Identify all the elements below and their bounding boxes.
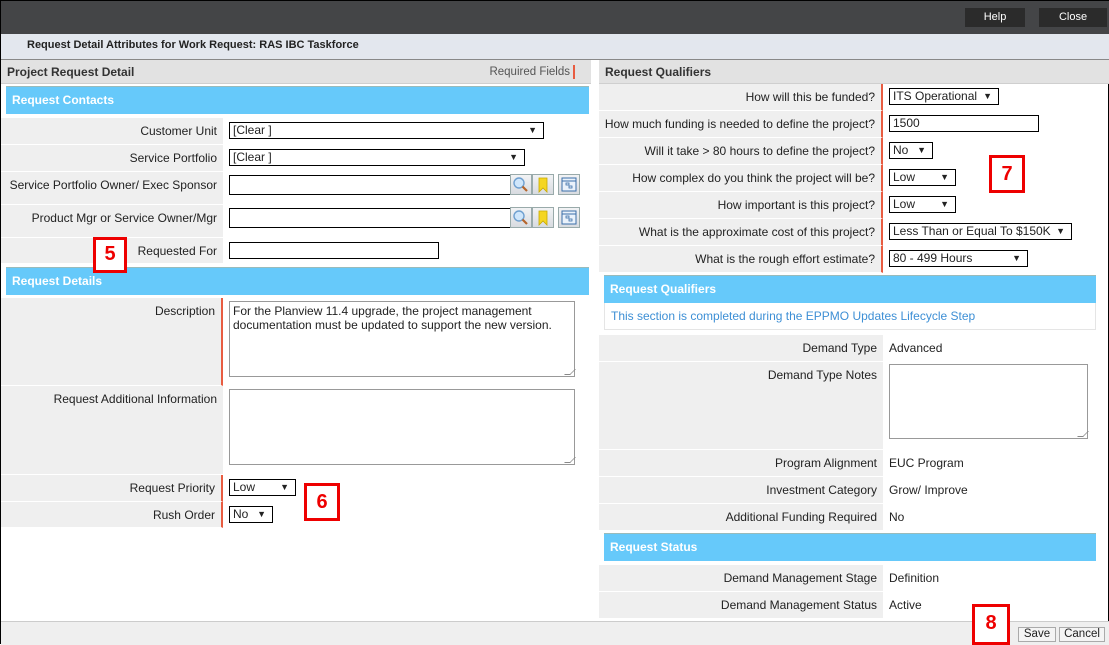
resize-grip-icon[interactable] bbox=[564, 457, 576, 463]
demand-type-value: Advanced bbox=[889, 341, 943, 355]
chevron-down-icon: ▼ bbox=[1056, 226, 1065, 236]
bookmark-icon[interactable] bbox=[532, 207, 554, 228]
question-label: What is the rough effort estimate? bbox=[599, 246, 883, 273]
question-label: How complex do you think the project wil… bbox=[599, 165, 883, 192]
priority-select[interactable]: Low ▼ bbox=[229, 479, 296, 496]
qualifiers-info-text: This section is completed during the EPP… bbox=[604, 303, 1096, 330]
investment-category-label: Investment Category bbox=[599, 477, 883, 504]
effort-estimate-select[interactable]: 80 - 499 Hours ▼ bbox=[889, 250, 1028, 267]
customer-unit-label: Customer Unit bbox=[1, 118, 223, 145]
question-label: How important is this project? bbox=[599, 192, 883, 219]
dialog-title: Request Detail Attributes for Work Reque… bbox=[27, 39, 359, 51]
demand-type-notes-label: Demand Type Notes bbox=[599, 362, 883, 450]
dm-status-label: Demand Management Status bbox=[599, 592, 883, 619]
search-icon[interactable] bbox=[510, 174, 532, 195]
annotation-badge-6: 6 bbox=[304, 483, 340, 521]
investment-category-value: Grow/ Improve bbox=[889, 483, 968, 497]
chevron-down-icon: ▼ bbox=[257, 509, 266, 519]
request-qualifiers-header: Request Qualifiers bbox=[599, 60, 1109, 84]
question-label: How will this be funded? bbox=[599, 84, 883, 111]
service-portfolio-select[interactable]: [Clear ] ▼ bbox=[229, 149, 525, 166]
panel-title: Project Request Detail bbox=[7, 65, 135, 79]
top-bar: Help Close bbox=[1, 1, 1109, 34]
search-icon[interactable] bbox=[510, 207, 532, 228]
portfolio-owner-label: Service Portfolio Owner/ Exec Sponsor bbox=[1, 172, 223, 205]
help-button[interactable]: Help bbox=[965, 8, 1025, 27]
section-request-status: Request Status bbox=[604, 533, 1096, 561]
annotation-badge-5: 5 bbox=[93, 237, 127, 273]
service-portfolio-label: Service Portfolio bbox=[1, 145, 223, 172]
dm-status-value: Active bbox=[889, 598, 922, 612]
dialog-title-bar: Request Detail Attributes for Work Reque… bbox=[1, 34, 1109, 60]
funding-amount-input[interactable]: 1500 bbox=[889, 115, 1039, 132]
resize-grip-icon[interactable] bbox=[564, 369, 576, 375]
bookmark-icon[interactable] bbox=[532, 174, 554, 195]
question-label: Will it take > 80 hours to define the pr… bbox=[599, 138, 883, 165]
program-alignment-label: Program Alignment bbox=[599, 450, 883, 477]
demand-type-label: Demand Type bbox=[599, 335, 883, 362]
description-textarea[interactable]: For the Planview 11.4 upgrade, the proje… bbox=[229, 301, 576, 377]
rush-order-select[interactable]: No ▼ bbox=[229, 506, 273, 523]
save-button[interactable]: Save bbox=[1018, 627, 1056, 642]
description-label: Description bbox=[1, 298, 223, 386]
chevron-down-icon: ▼ bbox=[280, 482, 289, 492]
complexity-select[interactable]: Low ▼ bbox=[889, 169, 956, 186]
hierarchy-browse-icon[interactable] bbox=[558, 207, 580, 228]
requested-for-input[interactable] bbox=[229, 242, 439, 259]
close-button[interactable]: Close bbox=[1039, 8, 1107, 27]
program-alignment-value: EUC Program bbox=[889, 456, 964, 470]
dm-stage-value: Definition bbox=[889, 571, 940, 585]
chevron-down-icon: ▼ bbox=[917, 145, 926, 155]
importance-select[interactable]: Low ▼ bbox=[889, 196, 956, 213]
rush-order-label: Rush Order bbox=[1, 502, 223, 528]
approx-cost-select[interactable]: Less Than or Equal To $150K ▼ bbox=[889, 223, 1072, 240]
demand-type-notes-textarea[interactable] bbox=[889, 364, 1089, 439]
chevron-down-icon: ▼ bbox=[509, 152, 518, 162]
resize-grip-icon[interactable] bbox=[1077, 431, 1089, 437]
section-request-contacts: Request Contacts bbox=[6, 86, 589, 114]
over-80-hours-select[interactable]: No ▼ bbox=[889, 142, 933, 159]
annotation-badge-8: 8 bbox=[972, 604, 1010, 645]
product-mgr-label: Product Mgr or Service Owner/Mgr bbox=[1, 205, 223, 238]
chevron-down-icon: ▼ bbox=[983, 91, 992, 101]
section-request-qualifiers: Request Qualifiers bbox=[604, 275, 1096, 303]
customer-unit-select[interactable]: [Clear ] ▼ bbox=[229, 122, 544, 139]
chevron-down-icon: ▼ bbox=[528, 125, 537, 135]
project-request-detail-header: Project Request Detail Required Fields bbox=[1, 60, 591, 84]
chevron-down-icon: ▼ bbox=[940, 199, 949, 209]
question-label: How much funding is needed to define the… bbox=[599, 111, 883, 138]
cancel-button[interactable]: Cancel bbox=[1059, 627, 1105, 642]
additional-info-textarea[interactable] bbox=[229, 389, 576, 465]
required-fields-legend: Required Fields bbox=[489, 65, 575, 79]
dm-stage-label: Demand Management Stage bbox=[599, 565, 883, 592]
chevron-down-icon: ▼ bbox=[940, 172, 949, 182]
portfolio-owner-input[interactable] bbox=[229, 175, 511, 195]
annotation-badge-7: 7 bbox=[989, 155, 1025, 193]
additional-info-label: Request Additional Information bbox=[1, 386, 223, 475]
product-mgr-input[interactable] bbox=[229, 208, 511, 228]
question-label: What is the approximate cost of this pro… bbox=[599, 219, 883, 246]
priority-label: Request Priority bbox=[1, 475, 223, 502]
additional-funding-value: No bbox=[889, 510, 905, 524]
hierarchy-browse-icon[interactable] bbox=[558, 174, 580, 195]
chevron-down-icon: ▼ bbox=[1012, 253, 1021, 263]
funding-source-select[interactable]: ITS Operational ▼ bbox=[889, 88, 999, 105]
dialog-footer bbox=[1, 621, 1109, 645]
additional-funding-label: Additional Funding Required bbox=[599, 504, 883, 531]
